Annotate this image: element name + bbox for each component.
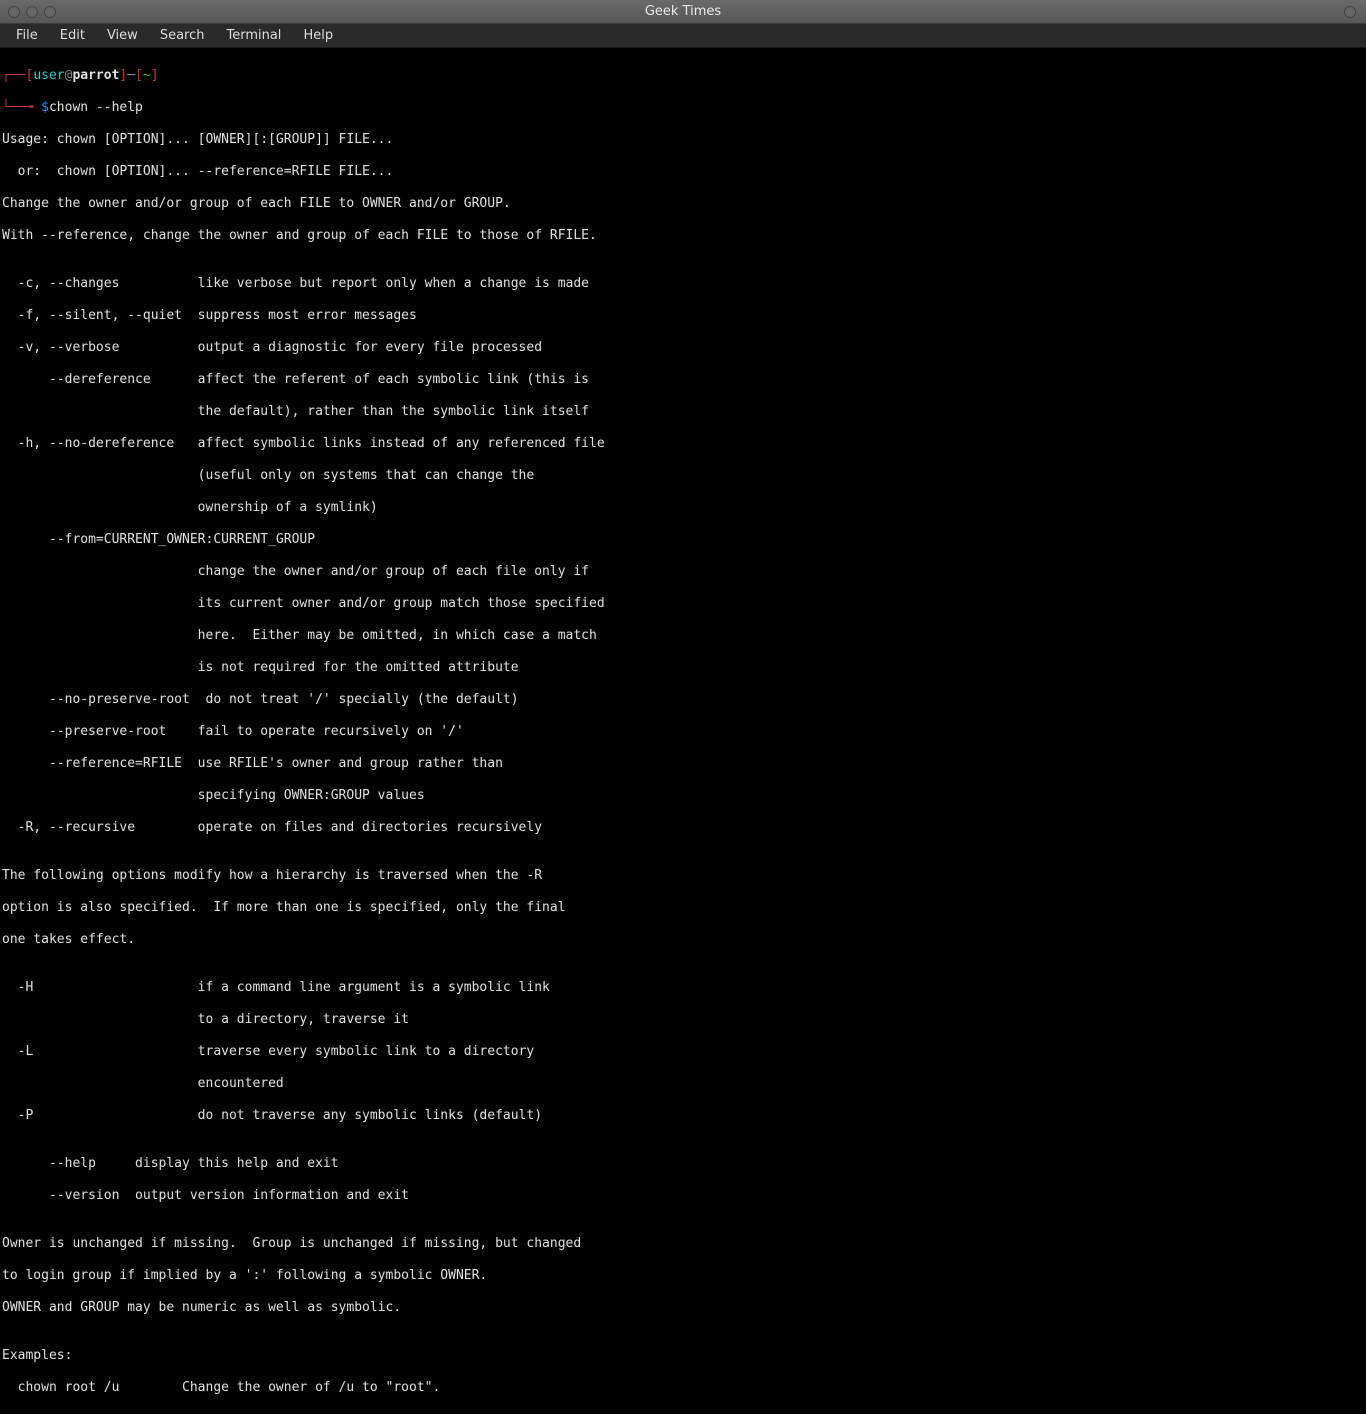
menubar: File Edit View Search Terminal Help bbox=[0, 24, 1366, 48]
output-line: -L traverse every symbolic link to a dir… bbox=[2, 1044, 1364, 1060]
output-line: The following options modify how a hiera… bbox=[2, 868, 1364, 884]
menu-search[interactable]: Search bbox=[150, 26, 215, 45]
output-line: to a directory, traverse it bbox=[2, 1012, 1364, 1028]
prompt-rbracket2: ] bbox=[151, 68, 159, 83]
minimize-icon[interactable] bbox=[26, 6, 38, 18]
prompt-user: user bbox=[33, 68, 64, 83]
prompt-path: ~ bbox=[143, 68, 151, 83]
output-line: the default), rather than the symbolic l… bbox=[2, 404, 1364, 420]
menu-terminal[interactable]: Terminal bbox=[216, 26, 291, 45]
menu-help[interactable]: Help bbox=[293, 26, 343, 45]
output-line: to login group if implied by a ':' follo… bbox=[2, 1268, 1364, 1284]
output-line: -H if a command line argument is a symbo… bbox=[2, 980, 1364, 996]
output-line: change the owner and/or group of each fi… bbox=[2, 564, 1364, 580]
output-line: --reference=RFILE use RFILE's owner and … bbox=[2, 756, 1364, 772]
output-line: ownership of a symlink) bbox=[2, 500, 1364, 516]
window-controls-left bbox=[0, 6, 56, 18]
output-line: Examples: bbox=[2, 1348, 1364, 1364]
menu-edit[interactable]: Edit bbox=[50, 26, 95, 45]
window-controls-right bbox=[1344, 6, 1366, 18]
output-line: -c, --changes like verbose but report on… bbox=[2, 276, 1364, 292]
output-line: here. Either may be omitted, in which ca… bbox=[2, 628, 1364, 644]
output-line: --from=CURRENT_OWNER:CURRENT_GROUP bbox=[2, 532, 1364, 548]
output-line: (useful only on systems that can change … bbox=[2, 468, 1364, 484]
output-line: encountered bbox=[2, 1076, 1364, 1092]
output-line: Change the owner and/or group of each FI… bbox=[2, 196, 1364, 212]
menu-file[interactable]: File bbox=[6, 26, 48, 45]
close-icon[interactable] bbox=[8, 6, 20, 18]
output-line: or: chown [OPTION]... --reference=RFILE … bbox=[2, 164, 1364, 180]
prompt-lbracket2: [ bbox=[135, 68, 143, 83]
output-line: --dereference affect the referent of eac… bbox=[2, 372, 1364, 388]
output-line: With --reference, change the owner and g… bbox=[2, 228, 1364, 244]
output-line: one takes effect. bbox=[2, 932, 1364, 948]
output-line: Usage: chown [OPTION]... [OWNER][:[GROUP… bbox=[2, 132, 1364, 148]
menu-view[interactable]: View bbox=[97, 26, 148, 45]
output-line: -f, --silent, --quiet suppress most erro… bbox=[2, 308, 1364, 324]
prompt-line-2: └──╼ $chown --help bbox=[2, 100, 1364, 116]
prompt-dash: ─ bbox=[127, 68, 135, 83]
output-line: -R, --recursive operate on files and dir… bbox=[2, 820, 1364, 836]
output-line: specifying OWNER:GROUP values bbox=[2, 788, 1364, 804]
window-title: Geek Times bbox=[0, 4, 1366, 19]
terminal-output-area[interactable]: ┌──[user@parrot]─[~] └──╼ $chown --help … bbox=[0, 48, 1366, 1414]
output-line: Owner is unchanged if missing. Group is … bbox=[2, 1236, 1364, 1252]
prompt-corner-top: ┌──[ bbox=[2, 68, 33, 83]
prompt-corner-bottom: └──╼ bbox=[2, 100, 41, 115]
prompt-dollar: $ bbox=[41, 100, 49, 115]
output-line: -v, --verbose output a diagnostic for ev… bbox=[2, 340, 1364, 356]
output-line: is not required for the omitted attribut… bbox=[2, 660, 1364, 676]
output-line: its current owner and/or group match tho… bbox=[2, 596, 1364, 612]
prompt-line-1: ┌──[user@parrot]─[~] bbox=[2, 68, 1364, 84]
output-line: chown root /u Change the owner of /u to … bbox=[2, 1380, 1364, 1396]
output-line: OWNER and GROUP may be numeric as well a… bbox=[2, 1300, 1364, 1316]
maximize-icon[interactable] bbox=[44, 6, 56, 18]
output-line: --preserve-root fail to operate recursiv… bbox=[2, 724, 1364, 740]
output-line: -h, --no-dereference affect symbolic lin… bbox=[2, 436, 1364, 452]
settings-icon[interactable] bbox=[1344, 6, 1356, 18]
output-line: --no-preserve-root do not treat '/' spec… bbox=[2, 692, 1364, 708]
output-line: option is also specified. If more than o… bbox=[2, 900, 1364, 916]
prompt-command: chown --help bbox=[49, 100, 143, 115]
prompt-host: parrot bbox=[72, 68, 119, 83]
window-titlebar: Geek Times bbox=[0, 0, 1366, 24]
output-line: --version output version information and… bbox=[2, 1188, 1364, 1204]
output-line: --help display this help and exit bbox=[2, 1156, 1364, 1172]
output-line: -P do not traverse any symbolic links (d… bbox=[2, 1108, 1364, 1124]
